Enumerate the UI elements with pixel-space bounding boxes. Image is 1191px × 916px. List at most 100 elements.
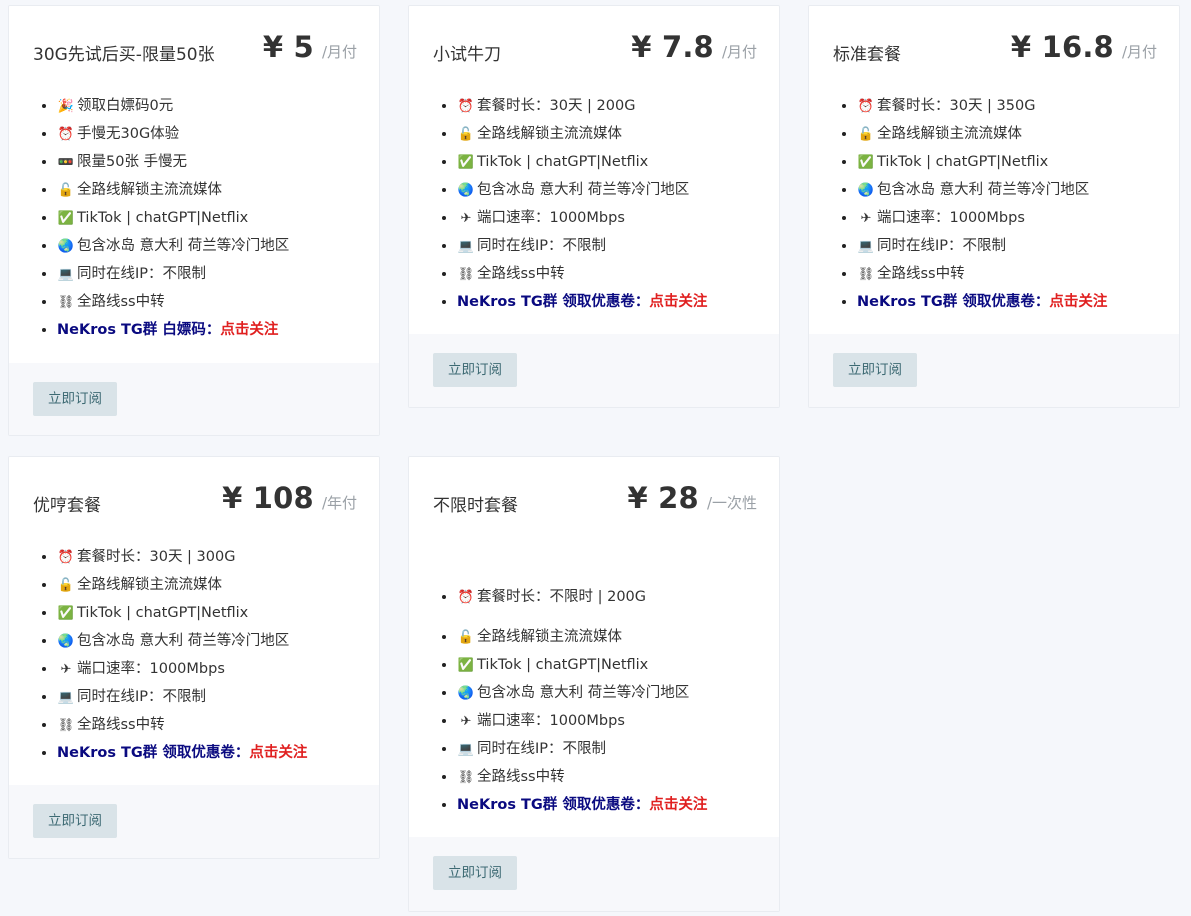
plan-card-footer: 立即订阅 <box>409 837 779 911</box>
subscribe-button[interactable]: 立即订阅 <box>433 856 517 890</box>
feature-text: TikTok | chatGPT|Netflix <box>77 605 249 621</box>
plan-card-footer: 立即订阅 <box>9 785 379 858</box>
globe-icon: 🌏 <box>57 634 75 649</box>
feature-list: ⏰套餐时长：30天 | 200G 🔓全路线解锁主流流媒体 ✅TikTok | c… <box>433 92 707 316</box>
subscribe-button[interactable]: 立即订阅 <box>433 353 517 387</box>
alarm-clock-icon: ⏰ <box>57 127 75 142</box>
feature-item: ⏰套餐时长：30天 | 350G <box>857 92 1107 120</box>
plan-name: 小试牛刀 <box>433 45 501 65</box>
subscribe-button[interactable]: 立即订阅 <box>33 382 117 416</box>
price-block: ¥ 5 /月付 <box>263 30 357 64</box>
feature-item: ✅TikTok | chatGPT|Netflix <box>457 148 707 176</box>
promo-link[interactable]: 点击关注 <box>1049 294 1107 310</box>
promo-label: NeKros TG群 领取优惠卷： <box>857 294 1050 310</box>
feature-item: 💻同时在线IP：不限制 <box>457 735 707 763</box>
feature-item: ⛓全路线ss中转 <box>57 288 289 316</box>
feature-text: 全路线解锁主流流媒体 <box>877 126 1022 142</box>
feature-item: 🌏包含冰岛 意大利 荷兰等冷门地区 <box>457 176 707 204</box>
globe-icon: 🌏 <box>457 686 475 701</box>
feature-text: 全路线ss中转 <box>477 769 565 785</box>
feature-text: 全路线ss中转 <box>77 717 165 733</box>
feature-text: 全路线解锁主流流媒体 <box>77 182 222 198</box>
promo-label: NeKros TG群 领取优惠卷： <box>457 294 650 310</box>
airplane-icon: ✈ <box>60 662 72 677</box>
alarm-clock-icon: ⏰ <box>457 590 475 605</box>
check-mark-icon: ✅ <box>457 155 475 170</box>
feature-item: ✅TikTok | chatGPT|Netflix <box>57 204 289 232</box>
feature-text: 同时在线IP：不限制 <box>77 689 207 705</box>
plan-card-starter: 小试牛刀 ¥ 7.8 /月付 ⏰套餐时长：30天 | 200G 🔓全路线解锁主流… <box>408 5 780 408</box>
plan-name: 标准套餐 <box>833 45 901 65</box>
feature-item: 🌏包含冰岛 意大利 荷兰等冷门地区 <box>857 176 1107 204</box>
feature-text: 套餐时长：不限时 | 200G <box>477 589 647 605</box>
feature-text: 全路线解锁主流流媒体 <box>477 629 622 645</box>
feature-item: ✅TikTok | chatGPT|Netflix <box>57 599 307 627</box>
plan-period: /月付 <box>721 43 757 61</box>
feature-item: 🎉领取白嫖码0元 <box>57 92 289 120</box>
feature-text: TikTok | chatGPT|Netflix <box>477 154 649 170</box>
feature-text: 领取白嫖码0元 <box>77 98 174 114</box>
promo-item: NeKros TG群 白嫖码：点击关注 <box>57 316 289 344</box>
feature-text: 同时在线IP：不限制 <box>877 238 1007 254</box>
feature-item: ⛓全路线ss中转 <box>57 711 307 739</box>
unlock-icon: 🔓 <box>457 630 475 645</box>
feature-item: 🔓全路线解锁主流流媒体 <box>457 623 707 651</box>
feature-item: 🌏包含冰岛 意大利 荷兰等冷门地区 <box>57 232 289 260</box>
feature-item: 🚥限量50张 手慢无 <box>57 148 289 176</box>
chain-icon: ⛓ <box>57 295 75 310</box>
feature-text: 端口速率：1000Mbps <box>477 713 625 729</box>
feature-item: 💻同时在线IP：不限制 <box>857 232 1107 260</box>
globe-icon: 🌏 <box>857 183 875 198</box>
feature-text: 端口速率：1000Mbps <box>877 210 1025 226</box>
feature-text: 端口速率：1000Mbps <box>77 661 225 677</box>
feature-item: ✈ 端口速率：1000Mbps <box>857 204 1107 232</box>
subscribe-button[interactable]: 立即订阅 <box>833 353 917 387</box>
globe-icon: 🌏 <box>57 239 75 254</box>
feature-text: 包含冰岛 意大利 荷兰等冷门地区 <box>77 633 290 649</box>
feature-list: ⏰套餐时长：30天 | 300G 🔓全路线解锁主流流媒体 ✅TikTok | c… <box>33 543 307 767</box>
airplane-icon: ✈ <box>460 714 472 729</box>
feature-item: ⛓全路线ss中转 <box>857 260 1107 288</box>
plan-card-footer: 立即订阅 <box>809 334 1179 407</box>
check-mark-icon: ✅ <box>57 606 75 621</box>
alarm-clock-icon: ⏰ <box>857 99 875 114</box>
plan-card-body: 标准套餐 ¥ 16.8 /月付 ⏰套餐时长：30天 | 350G 🔓全路线解锁主… <box>809 6 1179 334</box>
price-block: ¥ 108 /年付 <box>222 481 357 515</box>
alarm-clock-icon: ⏰ <box>457 99 475 114</box>
subscribe-button[interactable]: 立即订阅 <box>33 804 117 838</box>
check-mark-icon: ✅ <box>857 155 875 170</box>
traffic-light-icon: 🚥 <box>57 155 75 170</box>
unlock-icon: 🔓 <box>857 127 875 142</box>
feature-text: TikTok | chatGPT|Netflix <box>477 657 649 673</box>
plan-card-unlimited: 不限时套餐 ¥ 28 /一次性 ⏰套餐时长：不限时 | 200G 🔓全路线解锁主… <box>408 456 780 912</box>
feature-text: 包含冰岛 意大利 荷兰等冷门地区 <box>477 182 690 198</box>
feature-item: 💻同时在线IP：不限制 <box>457 232 707 260</box>
plan-name: 优哼套餐 <box>33 496 101 516</box>
feature-item: ⏰套餐时长：30天 | 300G <box>57 543 307 571</box>
plan-period: /月付 <box>321 43 357 61</box>
feature-list: ⏰套餐时长：不限时 | 200G 🔓全路线解锁主流流媒体 ✅TikTok | c… <box>433 583 707 819</box>
promo-label: NeKros TG群 领取优惠卷： <box>57 745 250 761</box>
promo-link[interactable]: 点击关注 <box>649 294 707 310</box>
promo-link[interactable]: 点击关注 <box>249 745 307 761</box>
feature-item: ⏰手慢无30G体验 <box>57 120 289 148</box>
promo-link[interactable]: 点击关注 <box>220 322 278 338</box>
promo-link[interactable]: 点击关注 <box>649 797 707 813</box>
feature-text: 手慢无30G体验 <box>77 126 180 142</box>
alarm-clock-icon: ⏰ <box>57 550 75 565</box>
feature-text: 全路线ss中转 <box>477 266 565 282</box>
laptop-icon: 💻 <box>857 239 875 254</box>
feature-item: ⛓全路线ss中转 <box>457 260 707 288</box>
feature-text: 套餐时长：30天 | 300G <box>77 549 236 565</box>
feature-item: ⏰套餐时长：不限时 | 200G <box>457 583 707 611</box>
feature-item: 🔓全路线解锁主流流媒体 <box>457 120 707 148</box>
feature-text: 包含冰岛 意大利 荷兰等冷门地区 <box>477 685 690 701</box>
party-popper-icon: 🎉 <box>57 99 75 114</box>
feature-text: 全路线解锁主流流媒体 <box>77 577 222 593</box>
plan-price: ¥ 5 <box>262 30 314 64</box>
feature-text: 套餐时长：30天 | 350G <box>877 98 1036 114</box>
laptop-icon: 💻 <box>457 742 475 757</box>
feature-item: 🌏包含冰岛 意大利 荷兰等冷门地区 <box>57 627 307 655</box>
unlock-icon: 🔓 <box>57 183 75 198</box>
feature-list: 🎉领取白嫖码0元 ⏰手慢无30G体验 🚥限量50张 手慢无 🔓全路线解锁主流流媒… <box>33 92 289 344</box>
